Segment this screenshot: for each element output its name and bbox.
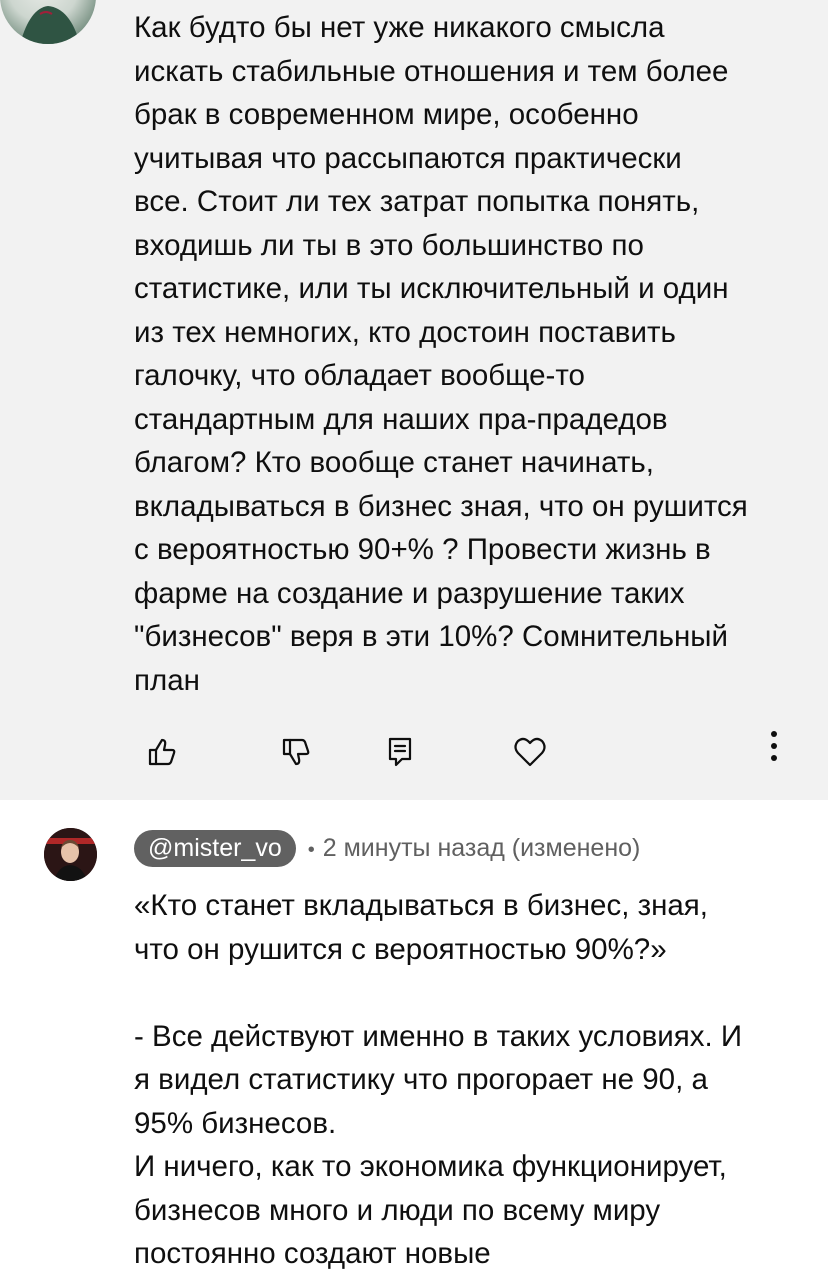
comment-text: Как будто бы нет уже никакого смысла иск… — [134, 11, 748, 697]
more-options-button[interactable] — [752, 724, 796, 768]
comment-timestamp: 2 минуты назад (изменено) — [322, 833, 641, 862]
comment-action-bar — [0, 730, 828, 780]
heart-icon — [514, 737, 546, 767]
separator-dot: • — [307, 838, 315, 861]
like-button[interactable] — [140, 730, 184, 774]
thumbs-up-icon — [148, 738, 176, 766]
commenter-avatar[interactable] — [0, 0, 96, 44]
comment-highlighted: Как будто бы нет уже никакого смысла иск… — [0, 0, 828, 800]
avatar-image — [44, 828, 97, 881]
creator-heart-button[interactable] — [508, 730, 552, 774]
avatar-image — [20, 6, 80, 44]
reply-comment-icon — [388, 737, 412, 767]
comment-text: «Кто станет вкладываться в бизнес, зная,… — [134, 889, 743, 1270]
dislike-button[interactable] — [274, 730, 318, 774]
reply-button[interactable] — [378, 730, 422, 774]
author-avatar[interactable] — [44, 828, 97, 881]
thumbs-down-icon — [282, 738, 310, 766]
comment: @mister_vo • 2 минуты назад (изменено) «… — [0, 800, 828, 1280]
more-vertical-icon — [771, 731, 777, 761]
author-handle-chip[interactable]: @mister_vo — [134, 829, 296, 867]
comment-header: @mister_vo • 2 минуты назад (изменено) — [134, 828, 640, 868]
